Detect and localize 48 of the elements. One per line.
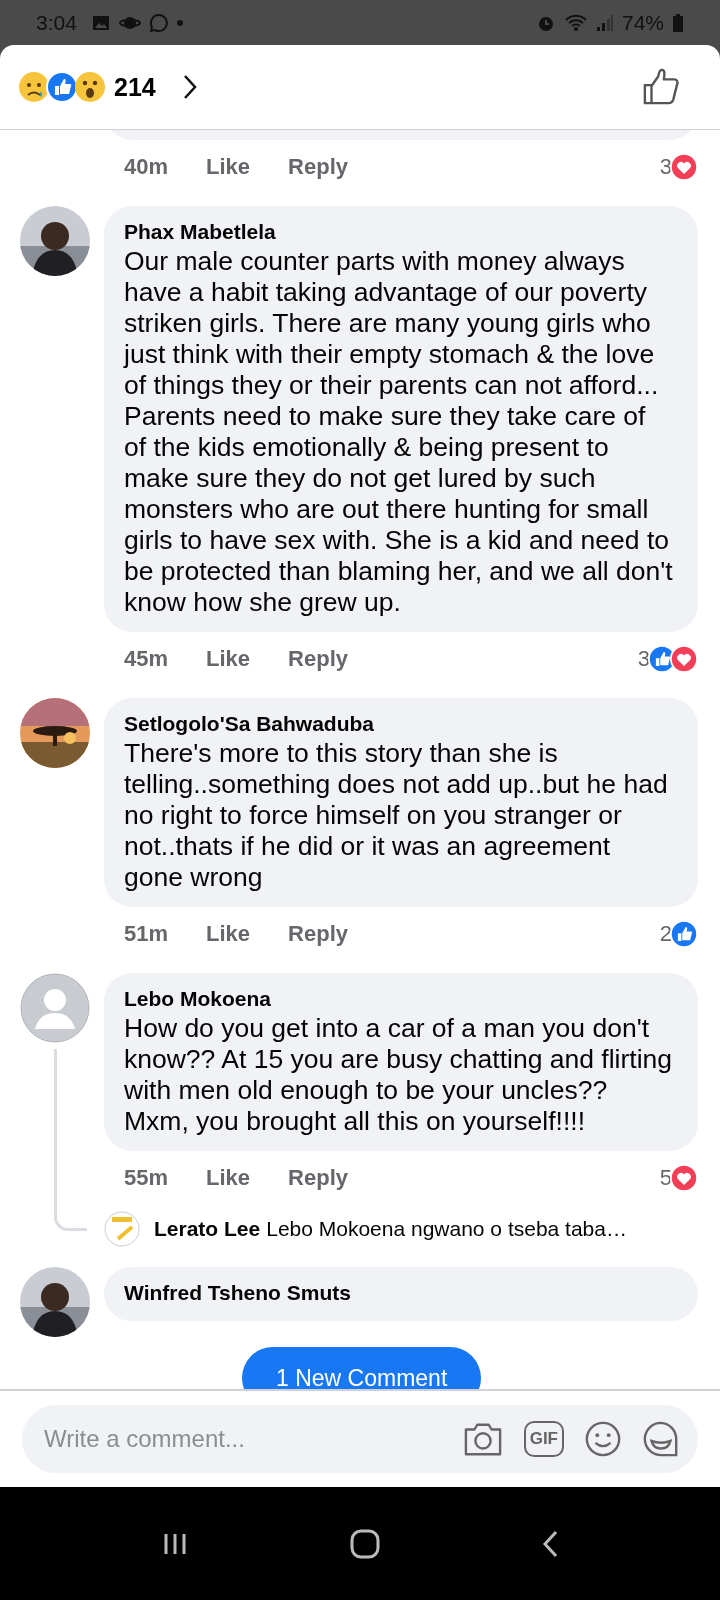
thumbs-up-icon[interactable] <box>642 68 680 106</box>
love-reaction-icon <box>670 645 698 673</box>
reply-author[interactable]: Lerato Lee <box>154 1217 261 1241</box>
chevron-right-icon[interactable] <box>181 74 198 100</box>
commenter-name[interactable]: Lebo Mokoena <box>124 985 674 1013</box>
battery-icon <box>672 12 684 33</box>
reaction-count: 5 <box>659 1165 672 1191</box>
gif-button[interactable]: GIF <box>523 1421 564 1457</box>
comment-time: 45m <box>124 646 169 672</box>
home-icon[interactable] <box>349 1527 381 1560</box>
chat-icon <box>148 12 169 33</box>
commenter-name[interactable]: Phax Mabetlela <box>124 218 674 246</box>
new-comment-button[interactable]: 1 New Comment <box>242 1347 482 1389</box>
reply-link[interactable]: Reply <box>288 646 348 672</box>
like-link[interactable]: Like <box>206 921 251 947</box>
comment-time: 51m <box>124 921 169 947</box>
like-link[interactable]: Like <box>206 1165 251 1191</box>
like-reaction-icon <box>46 71 78 103</box>
reaction-count: 3 <box>659 154 672 180</box>
sad-reaction-icon <box>18 71 50 103</box>
signal-icon <box>595 12 614 33</box>
love-reaction-icon <box>670 153 698 181</box>
reaction-count: 2 <box>659 921 672 947</box>
comment-input[interactable]: Write a comment... GIF <box>22 1405 698 1473</box>
comment-text: How do you get into a car of a man you don't know?? At 15 you are busy chatting and flirting with men old enough to be your uncles?? Mxm, you brought all this on yourself!!!! <box>124 1013 673 1137</box>
status-time: 3:04 <box>36 10 77 35</box>
comment-text: There's more to this story than she is telling..something does not add up..but he had no right to force himself on you stranger or not..thats if he did or it was an agreement gone wrong <box>124 738 669 893</box>
reply-link[interactable]: Reply <box>288 1165 348 1191</box>
reply-text: Lebo Mokoena ngwano o tseba taba… <box>266 1217 627 1241</box>
like-link[interactable]: Like <box>206 646 251 672</box>
commenter-name[interactable]: Setlogolo'Sa Bahwaduba <box>124 710 674 738</box>
reply-link[interactable]: Reply <box>288 154 348 180</box>
commenter-name[interactable]: Winfred Tsheno Smuts <box>124 1279 674 1307</box>
reaction-count[interactable]: 214 <box>114 72 156 102</box>
smiley-icon[interactable] <box>584 1420 622 1458</box>
wow-reaction-icon <box>74 71 106 103</box>
love-reaction-icon <box>670 1164 698 1192</box>
reaction-count: 3 <box>637 646 650 672</box>
comment-text: Our male counter parts with money always have a habit taking advantage of our poverty striken girls. There are many young girls who just think with their empty stomach & the love of things they or their parents can not afford... Parents need to make sure they take care of of the kids emotionally & being present to make sure they do not get lured by such monsters who are out there hunting for small girls to have sex with. She is a kid and need to be protected than blaming her, and we all don't know how she grew up. <box>124 246 674 618</box>
reply-link[interactable]: Reply <box>288 921 348 947</box>
dot-icon <box>176 19 183 26</box>
comment-time: 55m <box>124 1165 169 1191</box>
comment-time: 40m <box>124 154 169 180</box>
like-reaction-icon <box>670 920 698 948</box>
like-link[interactable]: Like <box>206 154 251 180</box>
wifi-icon <box>563 12 588 33</box>
sticker-icon[interactable] <box>642 1420 680 1458</box>
battery-percent: 74% <box>621 10 664 35</box>
